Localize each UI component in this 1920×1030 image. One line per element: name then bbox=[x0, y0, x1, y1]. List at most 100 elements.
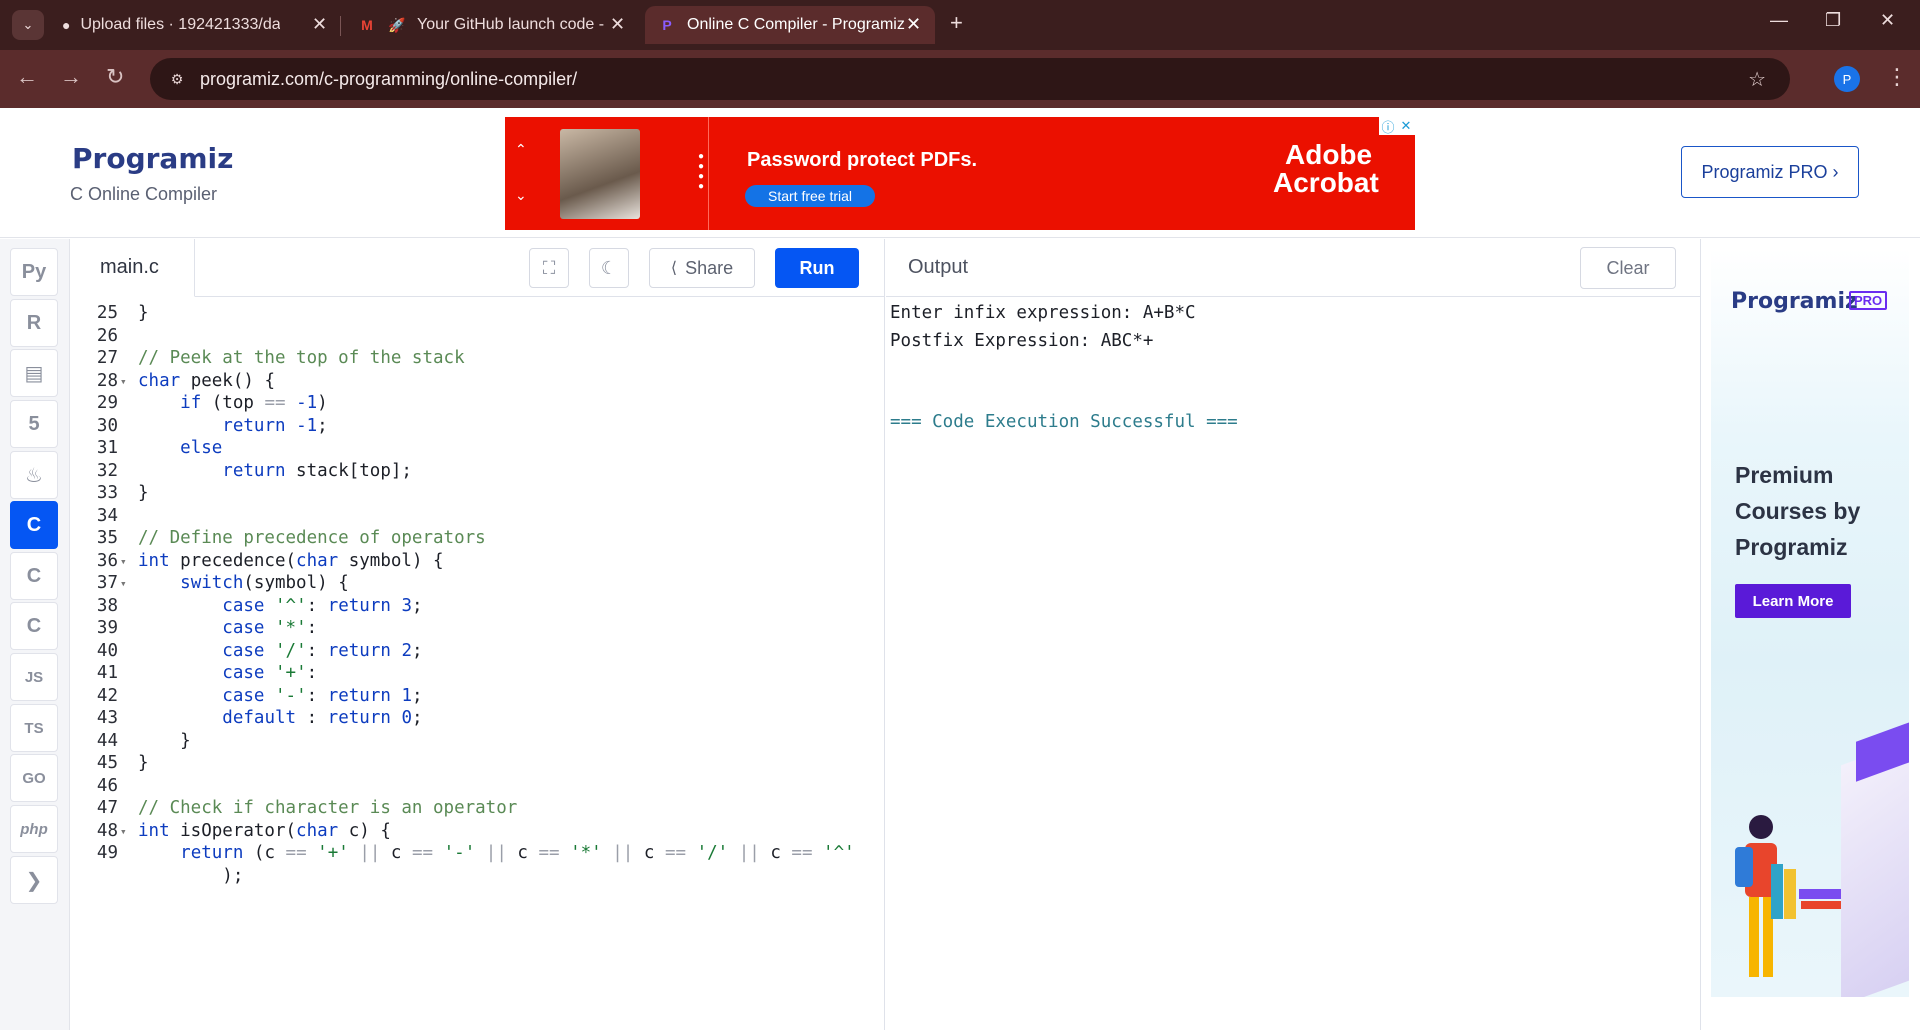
code-line[interactable]: 36 ▾ int precedence(char symbol) { bbox=[70, 551, 875, 574]
ad-banner[interactable]: ⌃ ⌄ ● ● ● ● Password protect PDFs. Start fr… bbox=[505, 117, 1415, 230]
tab-search-dropdown-icon[interactable]: ⌄ bbox=[12, 10, 44, 40]
code-line[interactable]: 34 bbox=[70, 506, 875, 529]
code-line[interactable]: 28 ▾ char peek() { bbox=[70, 371, 875, 394]
bookmark-star-icon[interactable]: ☆ bbox=[1748, 67, 1766, 92]
code-line[interactable]: 33} bbox=[70, 483, 875, 506]
tab-close-icon[interactable]: ✕ bbox=[906, 14, 921, 35]
file-tab[interactable]: main.c bbox=[70, 239, 195, 297]
dark-mode-icon[interactable]: ☾ bbox=[589, 248, 629, 288]
code-line[interactable]: 45} bbox=[70, 753, 875, 776]
share-button[interactable]: ⟨ Share bbox=[649, 248, 755, 288]
code-line[interactable]: 49 return (c == '+' || c == '-' || c == … bbox=[70, 843, 875, 866]
code-line[interactable]: 39 case '*': bbox=[70, 618, 875, 641]
code-token: ) bbox=[317, 393, 328, 413]
code-token: '/' bbox=[275, 640, 307, 661]
code-token: '*' bbox=[570, 843, 602, 863]
code-token: return bbox=[222, 460, 286, 481]
code-token: : bbox=[306, 685, 328, 706]
reload-icon[interactable]: ↻ bbox=[106, 64, 124, 90]
code-line[interactable]: 25} bbox=[70, 303, 875, 326]
ad-next-icon[interactable]: ⌄ bbox=[515, 187, 527, 204]
python-icon[interactable]: Py bbox=[10, 248, 58, 296]
code-line[interactable]: 48 ▾ int isOperator(char c) { bbox=[70, 821, 875, 844]
fullscreen-icon[interactable]: ⛶ bbox=[529, 248, 569, 288]
code-text: } bbox=[138, 731, 191, 751]
forward-icon[interactable]: → bbox=[60, 64, 82, 90]
ad-close-icon[interactable]: ✕ bbox=[1397, 117, 1415, 135]
site-info-icon[interactable]: ⚙ bbox=[166, 68, 188, 90]
code-token: '^' bbox=[823, 843, 855, 863]
browser-menu-icon[interactable]: ⋮ bbox=[1886, 64, 1908, 90]
promo-banner[interactable]: Programiz PRO Premium Courses by Program… bbox=[1711, 249, 1909, 997]
csharp-icon[interactable]: C bbox=[10, 602, 58, 650]
code-line[interactable]: 26 bbox=[70, 326, 875, 349]
code-text: char peek() { bbox=[138, 371, 275, 391]
programiz-pro-button[interactable]: Programiz PRO › bbox=[1681, 146, 1859, 198]
fold-arrow-icon[interactable]: ▾ bbox=[120, 577, 127, 590]
php-icon[interactable]: php bbox=[10, 805, 58, 853]
books-illustration bbox=[1771, 864, 1841, 919]
swift-icon[interactable]: ❯ bbox=[10, 856, 58, 904]
r-icon[interactable]: R bbox=[10, 299, 58, 347]
browser-tab-0[interactable]: ● Upload files · 192421333/data-s bbox=[50, 6, 280, 44]
html-icon[interactable]: 5 bbox=[10, 400, 58, 448]
code-line[interactable]: 47 // Check if character is an operator bbox=[70, 798, 875, 821]
code-line[interactable]: ); bbox=[70, 866, 875, 889]
tab-close-icon[interactable]: ✕ bbox=[312, 14, 327, 35]
new-tab-icon[interactable]: + bbox=[950, 10, 963, 36]
code-line[interactable]: 38 case '^': return 3; bbox=[70, 596, 875, 619]
code-line[interactable]: 46 bbox=[70, 776, 875, 799]
fold-arrow-icon[interactable]: ▾ bbox=[120, 555, 127, 568]
url-bar[interactable]: ⚙ programiz.com/c-programming/online-com… bbox=[150, 58, 1790, 100]
ad-cta-button[interactable]: Start free trial bbox=[745, 185, 875, 207]
code-line[interactable]: 31 else bbox=[70, 438, 875, 461]
code-token: int bbox=[138, 550, 170, 571]
typescript-icon[interactable]: TS bbox=[10, 704, 58, 752]
sql-icon[interactable]: ▤ bbox=[10, 349, 58, 397]
fold-arrow-icon[interactable]: ▾ bbox=[120, 825, 127, 838]
code-area[interactable]: 25} 26 27// Peek at the top of the stack 28… bbox=[70, 297, 875, 1030]
code-line[interactable]: 43 default : return 0; bbox=[70, 708, 875, 731]
line-number: 47 bbox=[96, 798, 118, 818]
code-line[interactable]: 32 return stack[top]; bbox=[70, 461, 875, 484]
ad-prev-icon[interactable]: ⌃ bbox=[515, 141, 527, 158]
browser-tab-2[interactable]: P Online C Compiler - Programiz bbox=[645, 6, 935, 44]
code-line[interactable]: 35 // Define precedence of operators bbox=[70, 528, 875, 551]
cpp-icon[interactable]: C bbox=[10, 552, 58, 600]
minimize-icon[interactable]: — bbox=[1770, 10, 1788, 31]
code-token: } bbox=[138, 483, 149, 503]
code-line[interactable]: 30 return -1; bbox=[70, 416, 875, 439]
code-token: ; bbox=[412, 640, 423, 661]
go-icon[interactable]: GO bbox=[10, 754, 58, 802]
c-icon[interactable]: C bbox=[10, 501, 58, 549]
back-icon[interactable]: ← bbox=[16, 64, 38, 90]
code-line[interactable]: 41 case '+': bbox=[70, 663, 875, 686]
run-button[interactable]: Run bbox=[775, 248, 859, 288]
code-line[interactable]: 40 case '/': return 2; bbox=[70, 641, 875, 664]
clear-button[interactable]: Clear bbox=[1580, 247, 1676, 289]
java-icon[interactable]: ♨ bbox=[10, 451, 58, 499]
code-line[interactable]: 44 } bbox=[70, 731, 875, 754]
close-window-icon[interactable]: ✕ bbox=[1880, 10, 1895, 31]
learn-more-button[interactable]: Learn More bbox=[1735, 584, 1851, 618]
fold-arrow-icon[interactable]: ▾ bbox=[120, 375, 127, 388]
code-line[interactable]: 27 // Peek at the top of the stack bbox=[70, 348, 875, 371]
code-token: ; bbox=[412, 685, 423, 706]
javascript-icon[interactable]: JS bbox=[10, 653, 58, 701]
ad-info-icon[interactable]: ⓘ bbox=[1379, 117, 1397, 135]
github-icon: ● bbox=[62, 17, 71, 33]
programiz-logo[interactable]: Programiz bbox=[72, 142, 233, 175]
tab-close-icon[interactable]: ✕ bbox=[610, 14, 625, 35]
code-text: else bbox=[138, 438, 222, 458]
restore-icon[interactable]: ❐ bbox=[1825, 10, 1841, 31]
code-line[interactable]: 37 ▾ switch(symbol) { bbox=[70, 573, 875, 596]
code-line[interactable]: 29 if (top == -1) bbox=[70, 393, 875, 416]
code-line[interactable]: 42 case '-': return 1; bbox=[70, 686, 875, 709]
profile-avatar[interactable]: P bbox=[1834, 66, 1860, 92]
url-text[interactable]: programiz.com/c-programming/online-compi… bbox=[200, 69, 577, 90]
browser-tab-1[interactable]: M 🚀 Your GitHub launch code - bbox=[345, 6, 625, 44]
code-editor-panel: main.c ⛶ ☾ ⟨ Share Run 25} 26 27// Peek at… bbox=[70, 239, 952, 1030]
